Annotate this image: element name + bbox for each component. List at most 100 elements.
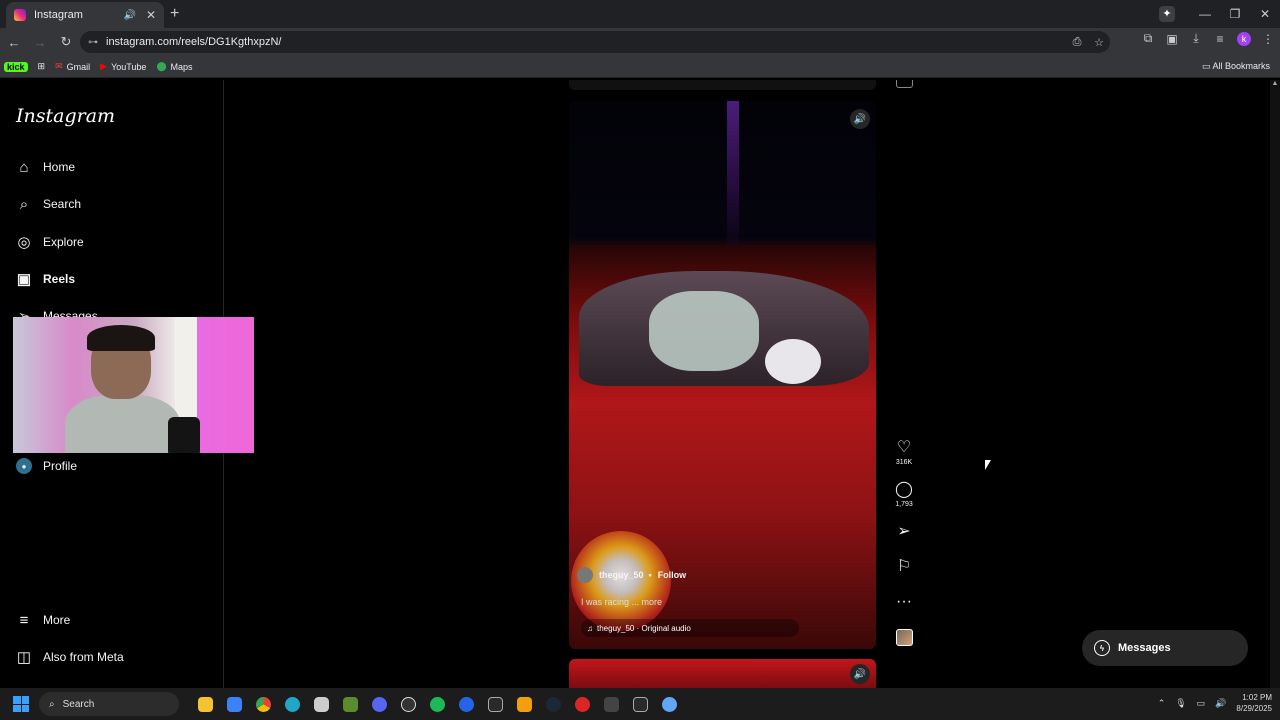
steam-icon[interactable] <box>539 692 568 716</box>
previous-reel[interactable] <box>569 80 876 90</box>
bookmark-youtube[interactable]: ▶ YouTube <box>100 61 146 72</box>
scroll-up-icon[interactable]: ▲ <box>1270 80 1280 87</box>
next-reel[interactable]: 🔊 <box>569 659 876 688</box>
owner-avatar[interactable] <box>577 567 593 583</box>
sidebar-item-home[interactable]: ⌂ Home <box>16 158 75 176</box>
address-bar[interactable]: ⊶ instagram.com/reels/DG1KgthxpzN/ ⎙ ☆ <box>80 31 1110 53</box>
microphone-icon[interactable]: 🎙 <box>1175 698 1186 709</box>
site-info-icon[interactable]: ⊶ <box>88 37 98 48</box>
sidebar-item-reels[interactable]: ▣ Reels <box>16 271 75 288</box>
gemini-icon[interactable]: ✦ <box>1159 6 1175 22</box>
download-icon[interactable]: ⤓ <box>1184 31 1208 46</box>
edge-icon[interactable] <box>278 692 307 716</box>
tray-chevron-icon[interactable]: ⌃ <box>1158 698 1166 709</box>
media-control-icon[interactable]: ≡ <box>1208 32 1232 46</box>
settings-gear-icon[interactable] <box>655 692 684 716</box>
restore-icon[interactable]: ❐ <box>1220 7 1250 21</box>
sidebar-item-also-from-meta[interactable]: ◫ Also from Meta <box>16 649 124 666</box>
extensions-icon[interactable]: ⧉ <box>1136 31 1160 46</box>
speaker-icon[interactable]: 🔊 <box>1215 698 1226 709</box>
close-window-icon[interactable]: ✕ <box>1250 7 1280 21</box>
app-hex-icon[interactable] <box>307 692 336 716</box>
instagram-favicon-icon <box>14 9 26 21</box>
bookmark-gmail[interactable]: ✉ Gmail <box>55 61 90 72</box>
app-blue-icon[interactable] <box>452 692 481 716</box>
system-tray: ⌃ 🎙 ▭ 🔊 1:02 PM 8/29/2025 <box>1148 692 1272 714</box>
back-icon[interactable]: ← <box>2 35 26 50</box>
profile-avatar[interactable]: k <box>1237 31 1251 46</box>
app-red-icon[interactable] <box>568 692 597 716</box>
apps-grid-icon[interactable]: ⊞ <box>38 61 46 72</box>
bookmark-label: Gmail <box>66 61 91 72</box>
clock-date: 8/29/2025 <box>1236 704 1272 713</box>
volume-icon[interactable]: 🔊 <box>850 109 870 129</box>
previous-reel-audio-thumb[interactable] <box>896 80 913 88</box>
new-tab-button[interactable]: + <box>170 5 179 23</box>
browser-tab-instagram[interactable]: Instagram 🔊 ✕ <box>6 2 164 28</box>
windows-start-icon[interactable] <box>13 696 29 712</box>
follow-button[interactable]: Follow <box>658 570 687 580</box>
owner-username[interactable]: theguy_50 <box>599 570 644 580</box>
page-scrollbar[interactable]: ▲ <box>1270 80 1280 688</box>
webcam-person-body <box>65 395 180 453</box>
reel-car-person <box>649 291 759 371</box>
network-icon[interactable]: ▭ <box>1197 698 1206 709</box>
speaker-icon[interactable]: 🔊 <box>123 10 135 21</box>
sidebar-item-profile[interactable]: ● Profile <box>16 458 77 474</box>
taskbar-search[interactable]: ⌕ Search <box>39 692 179 716</box>
install-app-icon[interactable]: ⎙ <box>1066 36 1088 49</box>
maps-pin-icon: ⬤ <box>156 61 167 71</box>
chrome-icon[interactable] <box>249 692 278 716</box>
taskbar-apps <box>191 692 684 716</box>
epic-games-icon[interactable] <box>481 692 510 716</box>
minecraft-icon[interactable] <box>336 692 365 716</box>
forward-icon[interactable]: → <box>28 35 52 50</box>
audio-thumbnail[interactable] <box>896 629 913 646</box>
share-action[interactable]: ➢ <box>892 524 916 540</box>
bookmark-maps[interactable]: ⬤ Maps <box>156 61 192 72</box>
minimize-icon[interactable]: — <box>1190 7 1220 21</box>
sidebar-item-search[interactable]: ⌕ Search <box>16 196 81 213</box>
epic-games-2-icon[interactable] <box>626 692 655 716</box>
obs-icon[interactable] <box>394 692 423 716</box>
bookmark-kick[interactable]: kick <box>4 61 28 72</box>
heart-icon: ♡ <box>896 439 912 456</box>
app-orange-icon[interactable] <box>510 692 539 716</box>
all-bookmarks[interactable]: ▭ All Bookmarks <box>1202 61 1270 72</box>
instagram-logo[interactable]: Instagram <box>16 105 115 127</box>
reel-video[interactable]: 🔊 theguy_50 • Follow I was racing ... mo… <box>569 101 876 649</box>
like-action[interactable]: ♡ 316K <box>892 439 916 467</box>
music-note-icon: ♫ <box>587 623 593 633</box>
volume-icon[interactable]: 🔊 <box>850 664 870 684</box>
app-a-icon[interactable] <box>597 692 626 716</box>
discord-icon[interactable] <box>365 692 394 716</box>
sidebar-item-more[interactable]: ≡ More <box>16 612 71 629</box>
file-explorer-icon[interactable] <box>191 692 220 716</box>
sidebar-item-explore[interactable]: ◎ Explore <box>16 234 84 251</box>
messenger-icon: ϟ <box>1094 640 1110 656</box>
tab-search-icon[interactable]: ▣ <box>1160 32 1184 46</box>
taskbar-clock[interactable]: 1:02 PM 8/29/2025 <box>1236 692 1272 714</box>
reel-audio[interactable]: ♫ theguy_50 · Original audio <box>581 619 799 637</box>
comment-count: 1,793 <box>895 501 913 508</box>
more-options[interactable]: ··· <box>892 594 916 610</box>
webcam-door <box>175 317 197 417</box>
store-icon[interactable] <box>220 692 249 716</box>
home-icon: ⌂ <box>19 158 29 176</box>
close-tab-icon[interactable]: ✕ <box>146 8 156 22</box>
spotify-icon[interactable] <box>423 692 452 716</box>
tab-title: Instagram <box>34 9 83 21</box>
bookmark-star-icon[interactable]: ☆ <box>1088 36 1110 49</box>
profile-icon: ● <box>16 458 32 474</box>
messages-button[interactable]: ϟ Messages <box>1082 630 1248 666</box>
reel-caption[interactable]: I was racing ... more <box>581 597 662 607</box>
sidebar-item-label: Explore <box>43 235 84 249</box>
clock-time: 1:02 PM <box>1242 693 1272 702</box>
youtube-icon: ▶ <box>100 61 108 71</box>
search-icon: ⌕ <box>49 698 55 710</box>
kebab-menu-icon[interactable]: ⋮ <box>1256 32 1280 46</box>
save-action[interactable]: ⚐ <box>892 559 916 575</box>
comment-action[interactable]: ◯ 1,793 <box>892 482 916 509</box>
reload-icon[interactable]: ↻ <box>54 34 78 50</box>
bookmarks-bar: kick ⊞ ✉ Gmail ▶ YouTube ⬤ Maps ▭ All Bookm… <box>0 56 1280 78</box>
